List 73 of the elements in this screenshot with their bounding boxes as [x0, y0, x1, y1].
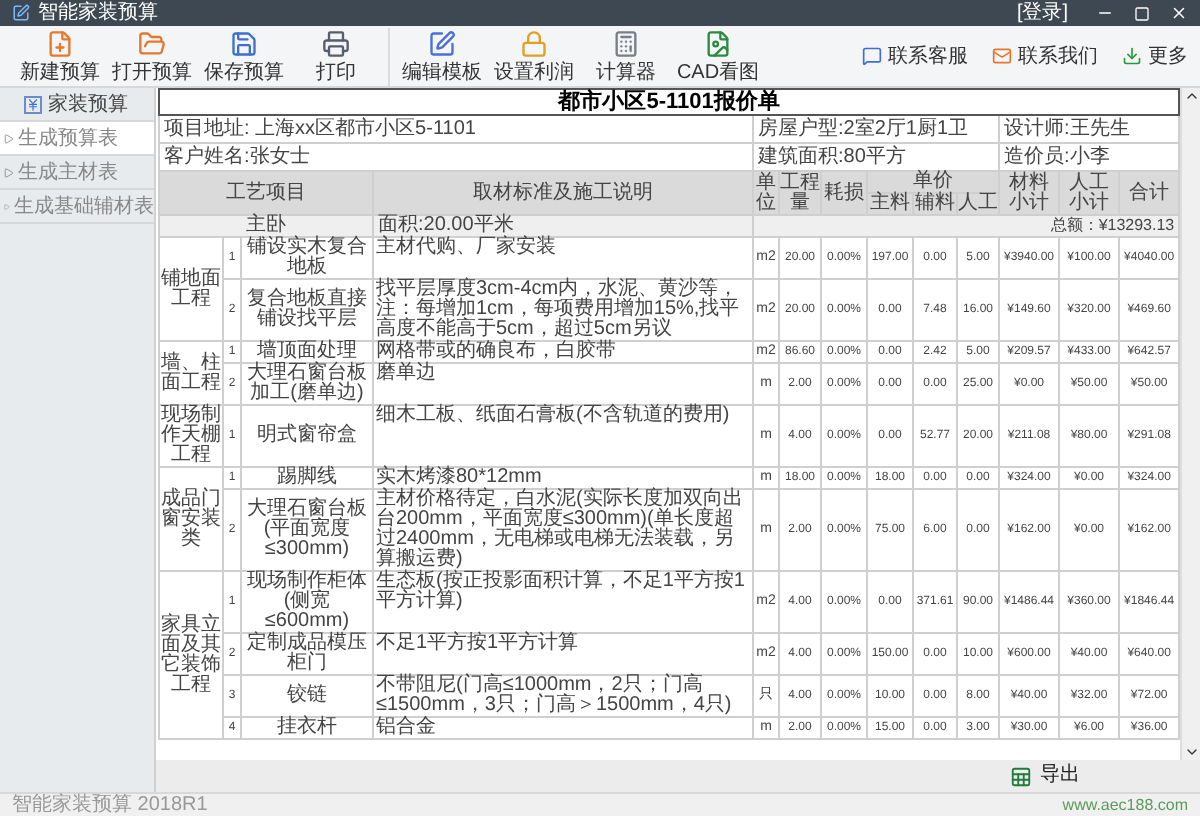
table-cell: 磨单边: [373, 363, 753, 405]
table-cell: 网格带或的确良布，白胶带: [373, 341, 753, 363]
download-icon: [1122, 46, 1142, 66]
save-icon: [230, 29, 258, 57]
scroll-down-icon[interactable]: [1183, 744, 1199, 760]
sidebar-item[interactable]: 生成预算表: [0, 122, 154, 156]
export-button[interactable]: 导出: [1010, 765, 1080, 787]
toolbar-button[interactable]: 打印: [292, 27, 380, 85]
chat-icon: [862, 46, 882, 66]
toolbar-button[interactable]: 设置利润: [490, 27, 578, 85]
maximize-icon[interactable]: [1134, 5, 1150, 21]
image-file-icon: [704, 29, 732, 57]
folder-icon: [138, 29, 166, 57]
header-link[interactable]: 联系客服: [862, 41, 968, 71]
print-icon: [322, 29, 350, 57]
table-cell: 复合地板直接铺设找平层: [241, 279, 373, 341]
table-cell: 生态板(按正投影面积计算，不足1平方按1平方计算): [373, 571, 753, 633]
table-cell: 墙顶面处理: [241, 341, 373, 363]
table-cell: 实木烤漆80*12mm: [373, 467, 753, 489]
header-link[interactable]: 更多: [1122, 41, 1188, 71]
calculator-icon: [612, 29, 640, 57]
lock-icon: [520, 29, 548, 57]
group-cell: 铺地面工程: [159, 237, 223, 341]
table-cell: 大理石窗台板加工(磨单边): [241, 363, 373, 405]
table-cell: 大理石窗台板(平面宽度≤300mm): [241, 489, 373, 571]
info-cell: 设计师:王先生: [999, 115, 1180, 143]
toolbar-button[interactable]: 新建预算: [16, 27, 104, 85]
area-cell: 面积:20.00平米: [373, 215, 753, 237]
table-cell: 现场制作柜体(侧宽≤600mm): [241, 571, 373, 633]
table-cell: 主材代购、厂家安装: [373, 237, 753, 279]
table-cell: 不足1平方按1平方计算: [373, 633, 753, 675]
edit-icon: [428, 29, 456, 57]
version-label: 智能家装预算 2018R1: [12, 795, 208, 815]
toolbar-button[interactable]: CAD看图: [674, 27, 762, 85]
expand-arrow-icon: [2, 203, 12, 209]
table-cell: 细木工板、纸面石膏板(不含轨道的费用): [373, 405, 753, 467]
app-logo-icon: [12, 4, 30, 22]
table-cell: 挂衣杆: [241, 717, 373, 739]
yen-icon: [24, 95, 42, 113]
scroll-up-icon[interactable]: [1183, 88, 1199, 104]
table-cell: 主材价格待定，白水泥(实际长度加双向出台200mm，平面宽度≤300mm)(单长度超过2400mm，无电梯或电梯无法装载，另算搬运费): [373, 489, 753, 571]
table-cell: 铺设实木复合地板: [241, 237, 373, 279]
info-cell: 房屋户型:2室2厅1厨1卫: [753, 115, 999, 143]
sheet-title: 都市小区5-1101报价单: [159, 89, 1180, 115]
group-cell: 墙、柱面工程: [159, 341, 223, 405]
mail-icon: [992, 46, 1012, 66]
toolbar-button[interactable]: 计算器: [582, 27, 670, 85]
new-file-icon: [46, 29, 74, 57]
total-cell: 总额：¥13293.13: [753, 215, 1180, 237]
website-label: www.aec188.com: [1062, 797, 1188, 813]
room-cell: 主卧: [159, 215, 373, 237]
group-cell: 家具立面及其它装饰工程: [159, 571, 223, 739]
scrollbar[interactable]: [1180, 88, 1200, 760]
toolbar-button[interactable]: 打开预算: [108, 27, 196, 85]
expand-arrow-icon: [4, 167, 14, 177]
table-cell: 明式窗帘盒: [241, 405, 373, 467]
group-cell: 现场制作天棚工程: [159, 405, 223, 467]
table-cell: 踢脚线: [241, 467, 373, 489]
table-cell: 定制成品模压柜门: [241, 633, 373, 675]
group-cell: 成品门窗安装类: [159, 467, 223, 571]
login-link[interactable]: [登录]: [1016, 3, 1068, 23]
toolbar-button[interactable]: 编辑模板: [398, 27, 486, 85]
spreadsheet-icon: [1010, 765, 1032, 787]
header-link[interactable]: 联系我们: [992, 41, 1098, 71]
table-cell: 找平层厚度3cm-4cm内，水泥、黄沙等，注：每增加1cm，每项费用增加15%,找平高度不能高于5cm，超过5cm另议: [373, 279, 753, 341]
expand-arrow-icon: [4, 133, 14, 143]
table-cell: 铝合金: [373, 717, 753, 739]
info-cell: 项目地址: 上海xx区都市小区5-1101: [159, 115, 753, 143]
table-cell: 铰链: [241, 675, 373, 717]
window-title: 智能家装预算: [38, 3, 158, 23]
toolbar-button[interactable]: 保存预算: [200, 27, 288, 85]
close-icon[interactable]: [1170, 4, 1188, 22]
table-cell: 不带阻尼(门高≤1000mm，2只；门高≤1500mm，3只；门高＞1500mm，4只): [373, 675, 753, 717]
